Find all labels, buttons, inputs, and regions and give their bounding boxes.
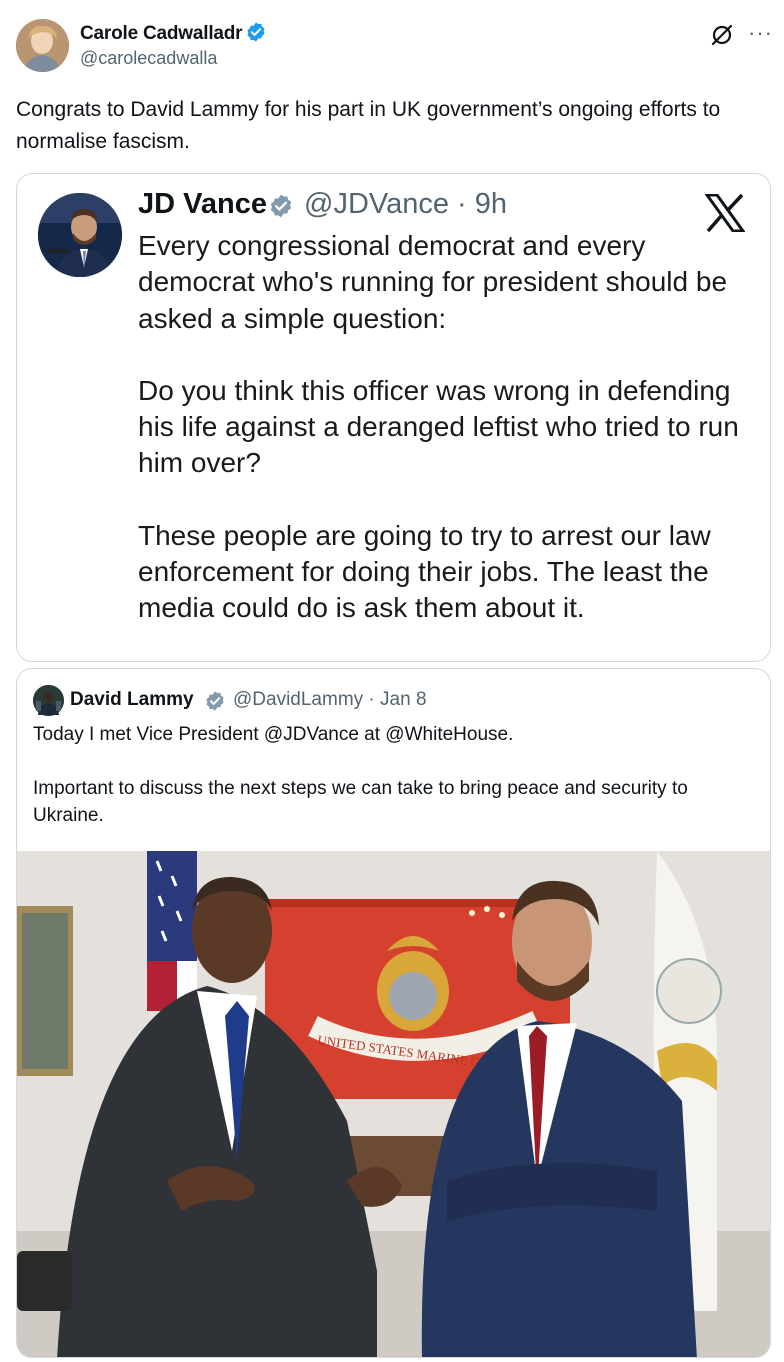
quoted-paragraph: Important to discuss the next steps we c… xyxy=(33,778,688,826)
author-avatar[interactable] xyxy=(16,19,69,72)
lammy-name[interactable]: David Lammy xyxy=(70,689,194,711)
quoted-tweet-text: Today I met Vice President @JDVance at @… xyxy=(33,721,758,856)
vance-avatar xyxy=(38,193,122,277)
vance-paragraph: Do you think this officer was wrong in d… xyxy=(138,374,739,479)
vance-handle: @JDVance · 9h xyxy=(304,188,507,220)
lammy-handle[interactable]: @DavidLammy · Jan 8 xyxy=(233,689,427,711)
quoted-tweet-photo[interactable]: UNITED STATES MARINE C xyxy=(17,851,770,1357)
more-options-icon[interactable]: ··· xyxy=(748,20,773,46)
quoted-tweet[interactable]: David Lammy @DavidLammy · Jan 8 Today I … xyxy=(16,668,771,1358)
lammy-avatar xyxy=(33,685,64,716)
verified-badge-icon xyxy=(247,22,266,42)
vance-paragraph: Every congressional democrat and every d… xyxy=(138,230,728,334)
x-logo-icon xyxy=(705,194,745,232)
verified-badge-icon xyxy=(206,691,224,711)
grok-icon[interactable] xyxy=(709,22,735,48)
author-name-text[interactable]: Carole Cadwalladr xyxy=(80,23,243,44)
tweet-text: Congrats to David Lammy for his part in … xyxy=(16,98,721,153)
verified-badge-icon xyxy=(270,194,292,218)
vance-paragraph: These people are going to try to arrest … xyxy=(138,519,711,624)
vance-tweet-body: Every congressional democrat and every d… xyxy=(138,228,758,661)
quoted-paragraph: Today I met Vice President @JDVance at @… xyxy=(33,724,514,745)
embedded-image[interactable]: JD Vance @JDVance · 9h Every congression… xyxy=(16,173,771,662)
author-handle[interactable]: @carolecadwalla xyxy=(80,48,217,69)
author-name[interactable]: Carole Cadwalladr xyxy=(80,21,267,45)
vance-name: JD Vance xyxy=(138,188,267,220)
